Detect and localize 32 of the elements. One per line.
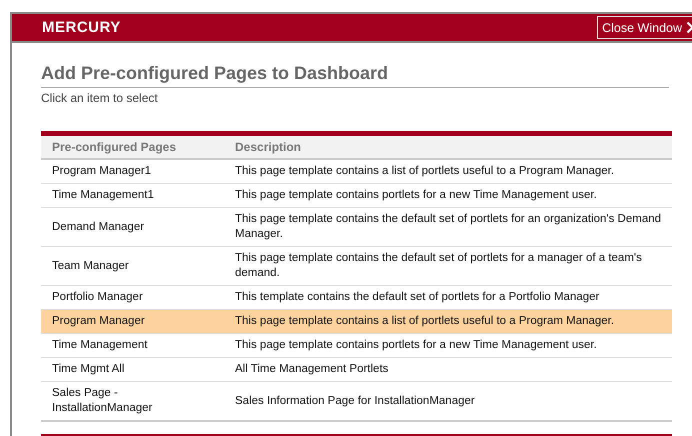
close-window-button[interactable]: Close Window <box>597 16 692 39</box>
description-cell: All Time Management Portlets <box>224 358 672 382</box>
page-name-cell: Team Manager <box>41 246 224 286</box>
page-name-cell: Time Management <box>41 334 224 358</box>
page-name-cell: Demand Manager <box>41 208 224 246</box>
description-cell: This page template contains portlets for a new Time Management user. <box>224 184 672 208</box>
instruction-text: Click an item to select <box>41 91 159 105</box>
table-row[interactable]: Time Mgmt All All Time Management Portlets <box>41 358 672 382</box>
description-cell: This page template contains the default set of portlets for a manager of a team's demand. <box>224 246 672 286</box>
page-title: Add Pre-configured Pages to Dashboard <box>41 63 669 88</box>
table-row[interactable]: Program Manager1 This page template contains a list of portlets useful to a Program Manager. <box>41 159 672 184</box>
logo: MERCURY <box>42 19 121 36</box>
column-header: Description <box>224 134 672 159</box>
table-row[interactable]: Sales Page - InstallationManager Sales Information Page for InstallationManager <box>41 382 672 421</box>
page-name-cell: Sales Page - InstallationManager <box>41 382 224 421</box>
description-cell: This page template contains portlets for a new Time Management user. <box>224 334 672 358</box>
description-cell: Sales Information Page for InstallationManager <box>224 382 672 421</box>
table-row[interactable]: Time Management This page template contains portlets for a new Time Management user. <box>41 334 672 358</box>
table-row[interactable]: Time Management1 This page template contains portlets for a new Time Management user. <box>41 184 672 208</box>
page-name-cell: Program Manager1 <box>41 159 224 184</box>
description-cell: This page template contains a list of portlets useful to a Program Manager. <box>224 310 672 334</box>
table-row[interactable]: Portfolio Manager This template contains the default set of portlets for a Portfolio Manager <box>41 286 672 310</box>
page-name-cell: Time Mgmt All <box>41 358 224 382</box>
page-name-cell: Time Management1 <box>41 184 224 208</box>
column-header: Pre-configured Pages <box>41 134 224 159</box>
description-cell: This template contains the default set of portlets for a Portfolio Manager <box>224 286 672 310</box>
table-row[interactable]: Team Manager This page template contains the default set of portlets for a manager of a team's demand. <box>41 246 672 286</box>
description-cell: This page template contains a list of portlets useful to a Program Manager. <box>224 159 672 184</box>
page-name-cell: Program Manager <box>41 310 224 334</box>
description-cell: This page template contains the default set of portlets for an organization's Demand Manager. <box>224 208 672 246</box>
page-name-cell: Portfolio Manager <box>41 286 224 310</box>
table-row[interactable]: Demand Manager This page template contains the default set of portlets for an organization's Demand Manager. <box>41 208 672 246</box>
